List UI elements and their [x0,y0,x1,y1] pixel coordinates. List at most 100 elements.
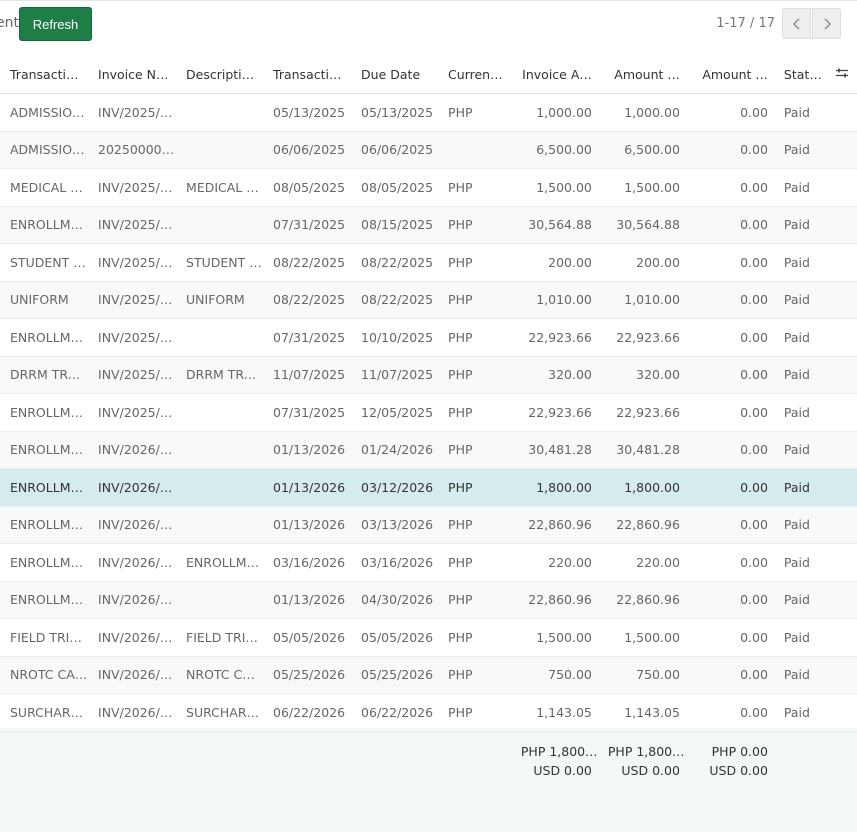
cell-transaction: STUDENT A… [0,243,89,282]
table-row[interactable]: ENROLLME… INV/2026/0… 01/13/2026 03/12/2026… [0,468,857,507]
cell-transaction-date: 05/13/2025 [263,93,352,132]
totals-row: PHP 1,800.… USD 0.00 PHP 1,800.… USD 0.0… [0,731,857,780]
cell-due-date: 05/25/2026 [351,656,439,694]
cell-transaction-date: 01/13/2026 [263,581,352,619]
cell-amount-paid: 1,500.00 [597,618,686,657]
table-row[interactable]: ENROLLME… INV/2025/0… 07/31/2025 08/15/2025… [0,206,857,244]
cell-transaction-date: 01/13/2026 [263,506,352,544]
table-row[interactable]: ENROLLME… INV/2026/0… ENROLLME… 03/16/2026 0… [0,543,857,582]
cell-invoice-number: INV/2025/0… [88,93,177,132]
cell-transaction-date: 01/13/2026 [263,468,352,507]
cell-status: Paid [773,543,828,582]
cell-invoice-amount: 1,800.00 [510,468,598,507]
table-row[interactable]: FIELD TRIP-… INV/2026/0… FIELD TRIP-… 05/05… [0,618,857,657]
cell-due-date: 08/22/2025 [351,281,439,319]
table-row[interactable]: ADMISSIO… 202500004… 06/06/2025 06/06/2025 6… [0,131,857,169]
column-header-due-date[interactable]: Due Date [351,56,439,94]
total-amount-paid-usd: USD 0.00 [621,762,680,778]
cell-description [176,431,264,469]
cell-status: Paid [773,618,828,657]
cell-transaction-date: 05/25/2026 [263,656,352,694]
table-row[interactable]: STUDENT A… INV/2025/0… STUDENT A… 08/22/202… [0,243,857,282]
cell-invoice-amount: 22,923.66 [510,318,598,357]
column-header-invoice-number[interactable]: Invoice N… [88,56,177,94]
column-header-description[interactable]: Descripti… [176,56,264,94]
cell-invoice-number: INV/2025/0… [88,243,177,282]
cell-spacer [827,431,857,469]
cell-description: SURCHARGE [176,693,264,732]
cell-description: NROTC CA… [176,656,264,694]
cell-invoice-amount: 1,143.05 [510,693,598,732]
cell-due-date: 08/22/2025 [351,243,439,282]
column-header-currency[interactable]: Curren… [438,56,511,94]
cell-transaction-date: 03/16/2026 [263,543,352,582]
cell-description: DRRM TRAI… [176,356,264,394]
column-header-amount-paid[interactable]: Amount … [597,56,686,94]
cell-invoice-number: INV/2026/0… [88,431,177,469]
cell-amount-paid: 1,010.00 [597,281,686,319]
cell-spacer [827,506,857,544]
cell-invoice-amount: 30,481.28 [510,431,598,469]
cell-amount-due: 0.00 [685,656,774,694]
column-settings-button[interactable] [827,56,857,94]
cell-status: Paid [773,243,828,282]
cell-currency: PHP [438,318,511,357]
pager-next-button[interactable] [812,8,841,39]
cell-invoice-amount: 6,500.00 [510,131,598,169]
cell-status: Paid [773,131,828,169]
column-header-amount-due[interactable]: Amount … [685,56,774,94]
refresh-button[interactable]: Refresh [19,7,92,41]
column-header-invoice-amount[interactable]: Invoice A… [510,56,598,94]
cell-amount-due: 0.00 [685,356,774,394]
cell-due-date: 11/07/2025 [351,356,439,394]
cell-transaction: ADMISSIO… [0,131,89,169]
cell-amount-paid: 22,860.96 [597,581,686,619]
table-row[interactable]: ENROLLME… INV/2025/0… 07/31/2025 10/10/2025… [0,318,857,357]
cell-amount-due: 0.00 [685,431,774,469]
cell-invoice-number: INV/2025/0… [88,318,177,357]
cell-transaction: ENROLLME… [0,393,89,432]
table-row[interactable]: ENROLLME… INV/2026/0… 01/13/2026 04/30/2026… [0,581,857,619]
cell-due-date: 03/12/2026 [351,468,439,507]
column-header-transaction-date[interactable]: Transacti… [263,56,352,94]
cell-spacer [827,206,857,244]
cell-transaction: FIELD TRIP-… [0,618,89,657]
cell-currency: PHP [438,618,511,657]
column-header-status[interactable]: Stat… [773,56,828,94]
cell-spacer [827,281,857,319]
cell-invoice-number: INV/2025/0… [88,393,177,432]
table-row[interactable]: ENROLLME… INV/2026/0… 01/13/2026 01/24/2026… [0,431,857,469]
table-row[interactable]: DRRM TRAI… INV/2025/1… DRRM TRAI… 11/07/202… [0,356,857,394]
cell-spacer [827,168,857,207]
cell-transaction: NROTC CA… [0,656,89,694]
cell-currency: PHP [438,506,511,544]
table-row[interactable]: ENROLLME… INV/2025/0… 07/31/2025 12/05/2025… [0,393,857,432]
cell-transaction-date: 06/22/2026 [263,693,352,732]
cell-due-date: 03/13/2026 [351,506,439,544]
cell-spacer [827,543,857,582]
cell-spacer [827,356,857,394]
cell-description [176,93,264,132]
cell-amount-paid: 1,500.00 [597,168,686,207]
table-row[interactable]: MEDICAL E… INV/2025/0… MEDICAL E… 08/05/202… [0,168,857,207]
table-row[interactable]: ADMISSIO… INV/2025/0… 05/13/2025 05/13/2025… [0,93,857,132]
cell-invoice-amount: 1,500.00 [510,618,598,657]
cell-status: Paid [773,656,828,694]
cell-currency: PHP [438,468,511,507]
cell-description: STUDENT A… [176,243,264,282]
chevron-left-icon [792,17,800,30]
cell-amount-due: 0.00 [685,281,774,319]
cell-description: ENROLLME… [176,543,264,582]
cell-status: Paid [773,693,828,732]
cell-invoice-number: INV/2025/0… [88,206,177,244]
table-row[interactable]: NROTC CA… INV/2026/0… NROTC CA… 05/25/2026 0… [0,656,857,694]
cell-due-date: 12/05/2025 [351,393,439,432]
table-row[interactable]: UNIFORM INV/2025/0… UNIFORM 08/22/2025 08/22… [0,281,857,319]
table-row[interactable]: SURCHARGE INV/2026/0… SURCHARGE 06/22/2026 0… [0,693,857,732]
pager-previous-button[interactable] [782,8,811,39]
table-row[interactable]: ENROLLME… INV/2026/0… 01/13/2026 03/13/2026… [0,506,857,544]
cell-amount-due: 0.00 [685,581,774,619]
column-header-transaction[interactable]: Transacti… [0,56,89,94]
cell-currency: PHP [438,168,511,207]
cell-due-date: 01/24/2026 [351,431,439,469]
